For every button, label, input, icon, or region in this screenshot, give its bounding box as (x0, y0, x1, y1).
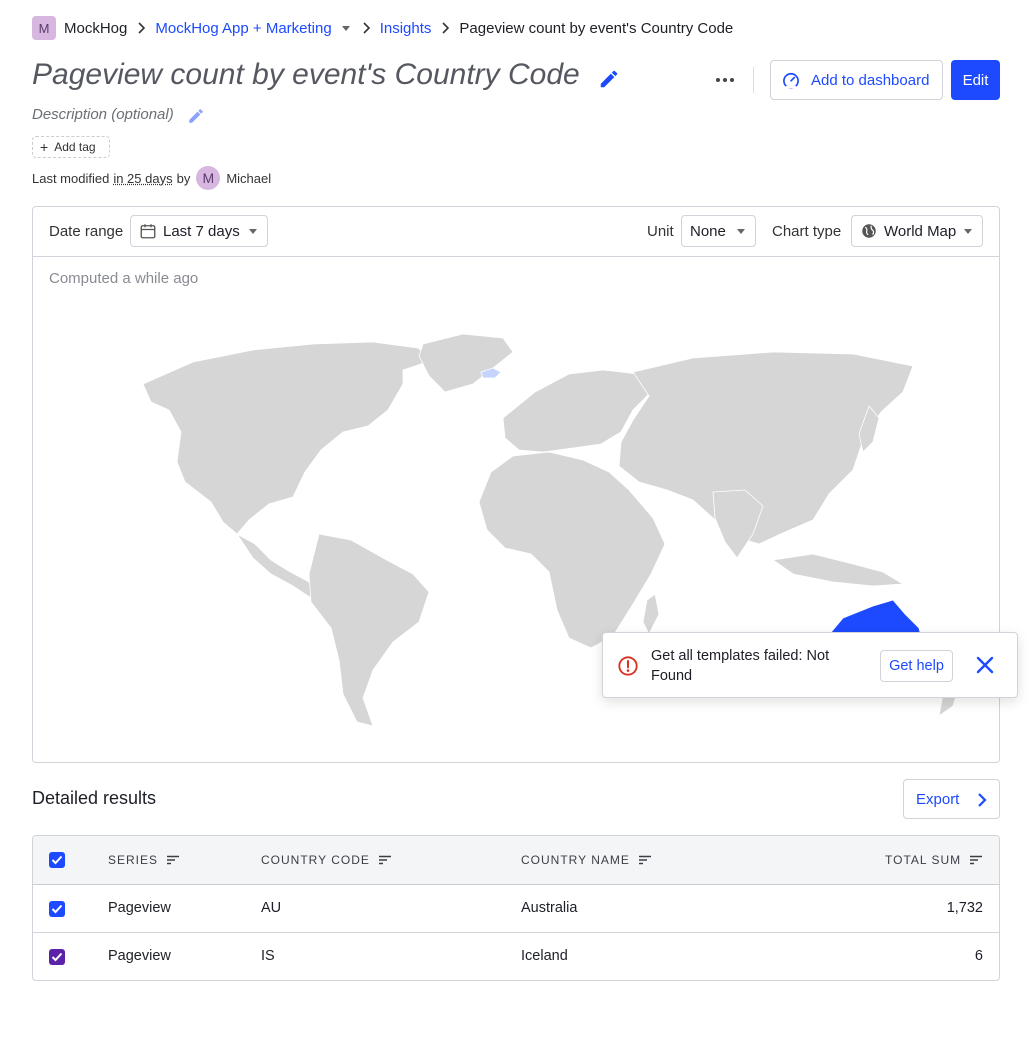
plus-icon: + (40, 139, 49, 155)
cell-country-name: Iceland (521, 948, 568, 964)
divider (753, 67, 754, 93)
chevron-down-icon[interactable] (341, 25, 350, 31)
date-range-label: Date range (49, 223, 124, 240)
user-name: Michael (226, 170, 272, 186)
modified-time: in 25 days (113, 170, 173, 186)
more-options-icon[interactable] (714, 70, 736, 90)
breadcrumb: M MockHog MockHog App + Marketing Insigh… (32, 16, 733, 40)
modified-by-text: by (176, 170, 191, 186)
cell-total-sum: 6 (974, 948, 983, 964)
date-range-value: Last 7 days (163, 222, 240, 240)
chevron-right-icon (978, 793, 987, 807)
cell-country-name: Australia (521, 900, 578, 916)
last-modified: Last modified in 25 days by M Michael (32, 166, 271, 190)
chart-type-value: World Map (884, 222, 957, 240)
map-africa (478, 451, 666, 649)
add-tag-label: Add tag (54, 140, 96, 154)
map-central-america (236, 533, 320, 599)
org-avatar[interactable]: M (32, 16, 56, 40)
cell-country-code: AU (261, 900, 282, 916)
table-row: Pageview AU Australia 1,732 (33, 885, 999, 933)
add-tag-button[interactable]: + Add tag (32, 136, 110, 158)
description-field[interactable]: Description (optional) (32, 106, 174, 123)
row-checkbox[interactable] (49, 901, 65, 917)
sort-icon (970, 855, 983, 865)
column-country-code[interactable]: COUNTRY CODE (261, 853, 392, 867)
results-title: Detailed results (32, 788, 157, 808)
map-indonesia (771, 553, 905, 587)
column-country-code-label: COUNTRY CODE (261, 853, 370, 867)
chart-type-select[interactable]: World Map (851, 215, 983, 247)
add-to-dashboard-label: Add to dashboard (811, 71, 930, 89)
map-asia (618, 351, 914, 545)
chevron-down-icon (249, 229, 257, 234)
chevron-down-icon (737, 229, 745, 234)
breadcrumb-current: Pageview count by event's Country Code (459, 19, 734, 37)
unit-value: None (690, 222, 726, 240)
column-series-label: SERIES (108, 853, 159, 867)
close-icon[interactable] (975, 655, 995, 678)
page-title[interactable]: Pageview count by event's Country Code (32, 58, 580, 92)
date-range-select[interactable]: Last 7 days (130, 215, 268, 247)
results-table: SERIES COUNTRY CODE COUNTRY NAME TOTAL S… (32, 835, 1000, 981)
edit-pencil-icon[interactable] (598, 68, 620, 90)
chevron-right-icon (127, 22, 155, 34)
map-south-america (308, 533, 430, 727)
globe-icon (862, 224, 876, 238)
sort-icon (167, 855, 180, 865)
cell-series: Pageview (108, 948, 171, 964)
cell-total-sum: 1,732 (946, 900, 983, 916)
map-greenland (418, 333, 514, 393)
column-total-sum-label: TOTAL SUM (885, 853, 962, 867)
error-icon (617, 655, 639, 680)
unit-select[interactable]: None (681, 215, 756, 247)
column-series[interactable]: SERIES (108, 853, 180, 867)
modified-prefix: Last modified (32, 170, 110, 186)
breadcrumb-org[interactable]: MockHog (64, 20, 127, 37)
edit-pencil-icon[interactable] (187, 107, 205, 125)
add-to-dashboard-button[interactable]: Add to dashboard (770, 60, 943, 100)
sort-icon (378, 855, 391, 865)
error-toast: Get all templates failed: Not Found Get … (602, 632, 1018, 698)
cell-series: Pageview (108, 900, 171, 916)
computed-status: Computed a while ago (49, 270, 199, 287)
map-india (712, 489, 764, 559)
cell-country-code: IS (261, 948, 275, 964)
column-country-name[interactable]: COUNTRY NAME (521, 853, 652, 867)
breadcrumb-project[interactable]: MockHog App + Marketing (155, 20, 331, 37)
select-all-checkbox[interactable] (49, 852, 65, 868)
breadcrumb-insights[interactable]: Insights (380, 20, 432, 37)
toast-message: Get all templates failed: Not Found (651, 648, 830, 684)
get-help-button[interactable]: Get help (880, 650, 953, 682)
export-button[interactable]: Export (903, 779, 1000, 819)
calendar-icon (140, 224, 156, 239)
row-checkbox[interactable] (49, 949, 65, 965)
chevron-down-icon (964, 229, 972, 234)
insight-toolbar: Date range Last 7 days Unit None Chart t… (33, 207, 999, 257)
unit-label: Unit (647, 223, 674, 240)
column-total-sum[interactable]: TOTAL SUM (885, 853, 983, 867)
gauge-icon (783, 72, 799, 89)
chevron-right-icon (431, 22, 459, 34)
map-north-america (142, 341, 434, 535)
avatar: M (196, 166, 221, 190)
edit-button[interactable]: Edit (951, 60, 1000, 100)
export-label: Export (916, 790, 960, 808)
sort-icon (638, 855, 651, 865)
column-country-name-label: COUNTRY NAME (521, 853, 630, 867)
table-row: Pageview IS Iceland 6 (33, 933, 999, 980)
table-header: SERIES COUNTRY CODE COUNTRY NAME TOTAL S… (33, 836, 999, 885)
map-madagascar (642, 593, 660, 635)
chevron-right-icon (352, 22, 380, 34)
chart-type-label: Chart type (772, 223, 842, 240)
